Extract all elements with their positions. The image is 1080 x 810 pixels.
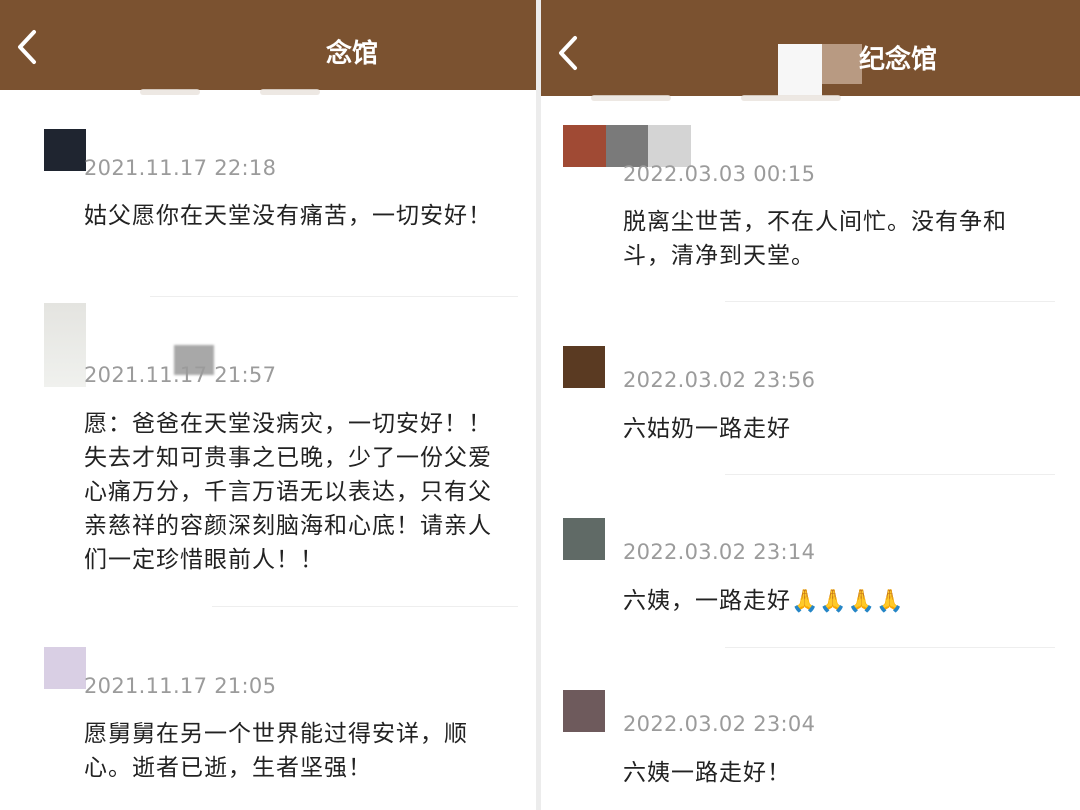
back-button[interactable] [551, 30, 587, 76]
blur-artifact [741, 95, 841, 101]
comment-text: 六姨，一路走好🙏🙏🙏🙏 [623, 584, 1053, 619]
avatar[interactable] [563, 690, 605, 732]
comment-text: 愿：爸爸在天堂没病灾，一切安好！！ 失去才知可贵事之已晚，少了一份父爱心痛万分，… [84, 411, 492, 573]
page-title: 纪念馆 [859, 45, 938, 75]
blur-artifact [260, 89, 320, 95]
header-bar: 纪念馆 [541, 0, 1080, 96]
avatar[interactable] [563, 125, 692, 167]
praying-hands-emoji: 🙏🙏🙏🙏 [791, 589, 905, 614]
redaction-mask [778, 44, 822, 96]
blur-artifact [140, 89, 200, 95]
left-screenshot-panel: 念馆 2021.11.17 22:18 姑父愿你在天堂没有痛苦，一切安好！ 20… [0, 0, 536, 810]
blur-artifact [591, 95, 671, 101]
divider [725, 301, 1055, 302]
avatar[interactable] [563, 518, 605, 560]
comment-text: 六姑奶一路走好 [623, 416, 791, 442]
comment-text: 六姨一路走好！ [623, 760, 791, 786]
comment-text: 脱离尘世苦，不在人间忙。没有争和斗，清净到天堂。 [623, 209, 1007, 269]
divider [725, 474, 1055, 475]
comment-text: 姑父愿你在天堂没有痛苦，一切安好！ [84, 203, 492, 229]
redaction-mask [822, 44, 862, 84]
page-title: 念馆 [326, 39, 379, 69]
comment-timestamp: 2021.11.17 21:05 [84, 674, 277, 698]
avatar[interactable] [563, 346, 605, 388]
header-bar: 念馆 [0, 0, 536, 90]
chevron-left-icon [18, 30, 36, 64]
avatar[interactable] [44, 129, 86, 171]
comment-timestamp: 2021.11.17 21:57 [84, 363, 277, 387]
comment-timestamp: 2022.03.02 23:04 [623, 712, 816, 736]
avatar[interactable] [44, 303, 86, 387]
comment-timestamp: 2022.03.02 23:14 [623, 540, 816, 564]
chevron-left-icon [559, 36, 577, 70]
right-screenshot-panel: 纪念馆 2022.03.03 00:15 脱离尘世苦，不在人间忙。没有争和斗，清… [541, 0, 1080, 810]
back-button[interactable] [10, 24, 46, 70]
comment-timestamp: 2021.11.17 22:18 [84, 156, 277, 180]
divider [150, 296, 518, 297]
divider [212, 606, 518, 607]
comment-timestamp: 2022.03.02 23:56 [623, 368, 816, 392]
avatar[interactable] [44, 647, 86, 689]
divider [725, 647, 1055, 648]
comment-text-body: 六姨，一路走好 [623, 588, 791, 614]
comment-timestamp: 2022.03.03 00:15 [623, 162, 816, 186]
comment-text: 愿舅舅在另一个世界能过得安详，顺心。逝者已逝，生者坚强！ [84, 721, 468, 781]
